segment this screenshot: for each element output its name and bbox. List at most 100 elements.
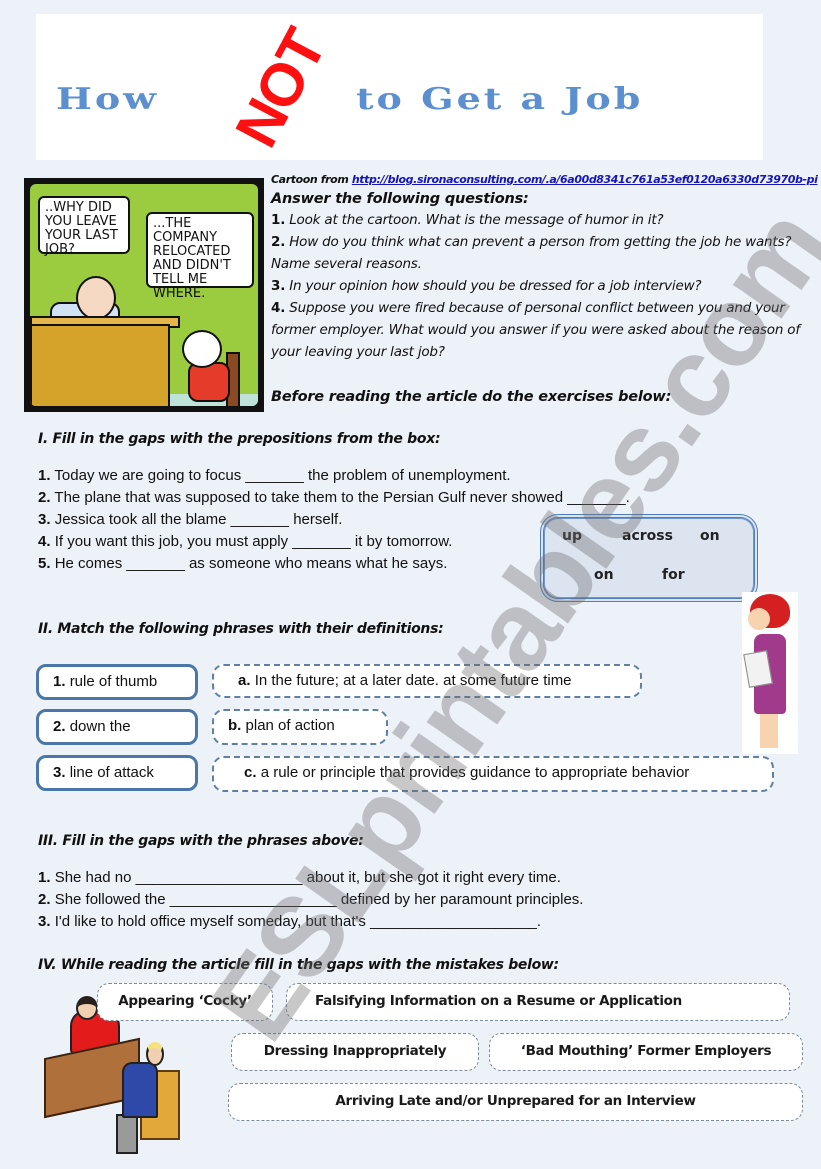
mistake-box[interactable]: ‘Bad Mouthing’ Former Employers	[489, 1033, 803, 1071]
questions-heading: Answer the following questions:	[271, 191, 529, 207]
businesswoman-illustration	[742, 592, 798, 754]
cartoon-panel: ..WHY DID YOU LEAVE YOUR LAST JOB? ...TH…	[30, 184, 258, 406]
phrase-number: 2.	[53, 718, 66, 735]
sentence-number: 3.	[38, 913, 51, 930]
preposition-word: on	[700, 528, 720, 544]
sentence-text: Today we are going to focus	[54, 467, 242, 484]
gap-blank[interactable]: _______	[126, 555, 184, 572]
speech-bubble-interviewer: ..WHY DID YOU LEAVE YOUR LAST JOB?	[38, 196, 130, 257]
title-banner: How NOT to Get a Job	[36, 14, 763, 160]
candidate-figure	[188, 362, 230, 402]
sentence-text: The plane that was supposed to take them…	[54, 489, 564, 506]
sentence-number: 3.	[38, 511, 51, 528]
sentence-text: Jessica took all the blame	[54, 511, 227, 528]
question-item: 1. Look at the cartoon. What is the mess…	[271, 209, 801, 231]
source-label: Cartoon from	[271, 173, 349, 186]
definition-letter: c.	[244, 764, 257, 781]
definition-text: a rule or principle that provides guidan…	[260, 764, 690, 781]
sentence-text: He comes	[54, 555, 123, 572]
sentence-text: .	[625, 489, 630, 506]
gap-blank[interactable]: ____________________	[136, 869, 303, 886]
section-1-heading: I. Fill in the gaps with the preposition…	[38, 431, 441, 447]
definition-letter: b.	[228, 717, 242, 734]
preposition-word: on	[594, 567, 614, 583]
sentence-item: 2. The plane that was supposed to take t…	[38, 487, 630, 509]
sentence-text: about it, but she got it right every tim…	[306, 869, 561, 886]
interviewer-head	[76, 996, 98, 1020]
phrase-text: down the	[69, 718, 131, 735]
section-3-sentences: 1. She had no ____________________ about…	[38, 867, 583, 933]
sentence-item: 2. She followed the ____________________…	[38, 889, 583, 911]
section-2-heading: II. Match the following phrases with the…	[38, 621, 444, 637]
candidate-head	[182, 330, 222, 368]
sentence-text: She had no	[54, 869, 132, 886]
desk	[30, 324, 170, 406]
definition-letter: a.	[238, 672, 251, 689]
candidate-legs	[116, 1114, 138, 1154]
sentence-number: 1.	[38, 467, 51, 484]
interviewer-head	[76, 276, 116, 320]
phrase-box[interactable]: 2. down the	[36, 709, 198, 745]
sentence-text: She followed the	[54, 891, 166, 908]
definition-text: plan of action	[245, 717, 335, 734]
question-item: 3. In your opinion how should you be dre…	[271, 275, 801, 297]
preposition-word: across	[622, 528, 673, 544]
phrase-box[interactable]: 3. line of attack	[36, 755, 198, 791]
sentence-text: I'd like to hold office myself someday, …	[54, 913, 366, 930]
question-number: 4.	[271, 300, 286, 316]
sentence-number: 5.	[38, 555, 51, 572]
definition-box[interactable]: c. a rule or principle that provides gui…	[212, 756, 774, 792]
title-emphasis-not: NOT	[222, 19, 339, 158]
question-text: How do you think what can prevent a pers…	[271, 234, 792, 272]
sentence-number: 2.	[38, 891, 51, 908]
sentence-text: as someone who means what he says.	[188, 555, 448, 572]
section-3-heading: III. Fill in the gaps with the phrases a…	[38, 833, 364, 849]
question-text: In your opinion how should you be dresse…	[289, 278, 702, 294]
phrase-box[interactable]: 1. rule of thumb	[36, 664, 198, 700]
candidate-head	[146, 1042, 164, 1066]
gap-blank[interactable]: _______	[292, 533, 350, 550]
mistake-box[interactable]: Dressing Inappropriately	[231, 1033, 479, 1071]
sentence-text: If you want this job, you must apply	[54, 533, 289, 550]
gap-blank[interactable]: ____________________	[170, 891, 337, 908]
questions-list: 1. Look at the cartoon. What is the mess…	[271, 209, 801, 363]
preposition-box: up across on on for	[540, 514, 758, 602]
definition-box[interactable]: a. In the future; at a later date. at so…	[212, 664, 642, 698]
woman-face	[748, 608, 770, 630]
mistake-box[interactable]: Falsifying Information on a Resume or Ap…	[286, 983, 790, 1021]
sentence-text: defined by her paramount principles.	[340, 891, 584, 908]
definition-box[interactable]: b. plan of action	[212, 709, 388, 745]
candidate-figure	[122, 1062, 158, 1118]
title-part-rest: to Get a Job	[356, 80, 644, 117]
gap-blank[interactable]: _______	[231, 511, 289, 528]
speech-bubble-candidate: ...THE COMPANY RELOCATED AND DIDN'T TELL…	[146, 212, 254, 301]
definition-text: In the future; at a later date. at some …	[254, 672, 572, 689]
woman-legs	[760, 714, 778, 748]
sentence-item: 1. Today we are going to focus _______ t…	[38, 465, 630, 487]
title-part-how: How	[56, 80, 159, 117]
before-reading-heading: Before reading the article do the exerci…	[271, 389, 672, 405]
sentence-item: 1. She had no ____________________ about…	[38, 867, 583, 889]
sentence-text: herself.	[293, 511, 343, 528]
preposition-word: up	[562, 528, 582, 544]
sentence-text: it by tomorrow.	[354, 533, 453, 550]
cartoon-image: ..WHY DID YOU LEAVE YOUR LAST JOB? ...TH…	[24, 178, 264, 412]
section-4-heading: IV. While reading the article fill in th…	[38, 957, 559, 973]
gap-blank[interactable]: _______	[245, 467, 303, 484]
question-number: 1.	[271, 212, 286, 228]
mistake-box[interactable]: Arriving Late and/or Unprepared for an I…	[228, 1083, 803, 1121]
sentence-text: the problem of unemployment.	[307, 467, 511, 484]
question-text: Look at the cartoon. What is the message…	[289, 212, 664, 228]
source-link[interactable]: http://blog.sironaconsulting.com/.a/6a00…	[352, 173, 818, 186]
gap-blank[interactable]: _______	[567, 489, 625, 506]
question-item: 2. How do you think what can prevent a p…	[271, 231, 801, 275]
gap-blank[interactable]: ____________________	[370, 913, 537, 930]
sentence-number: 4.	[38, 533, 51, 550]
mistake-box[interactable]: Appearing ‘Cocky’	[97, 983, 273, 1021]
phrase-number: 3.	[53, 764, 66, 781]
sentence-item: 3. I'd like to hold office myself someda…	[38, 911, 583, 933]
question-item: 4. Suppose you were fired because of per…	[271, 297, 801, 363]
phrase-number: 1.	[53, 673, 66, 690]
phrase-text: rule of thumb	[69, 673, 158, 690]
preposition-word: for	[662, 567, 685, 583]
